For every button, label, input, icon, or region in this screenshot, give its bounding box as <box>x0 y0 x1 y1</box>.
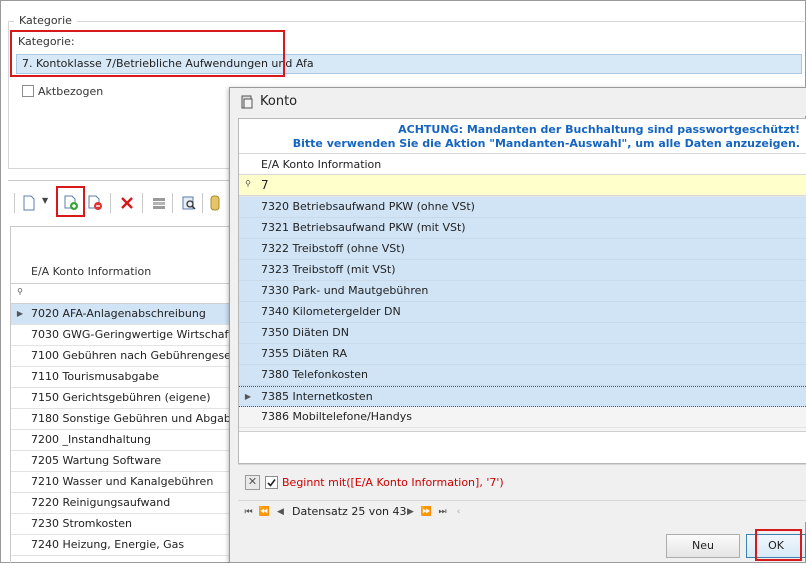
previous-page-icon[interactable]: ⏪ <box>258 505 271 519</box>
row-text: 7180 Sonstige Gebühren und Abgaben <box>31 412 241 425</box>
kategorie-highlight <box>10 30 285 77</box>
chevron-down-icon[interactable]: ▼ <box>42 196 48 205</box>
left-grid: E/A Konto Information ⚲ ▶ 7020 AFA-Anlage… <box>10 226 241 563</box>
pin-icon: ⚲ <box>245 179 251 188</box>
dialog-column-header[interactable]: E/A Konto Information <box>239 153 806 174</box>
list-item[interactable]: 7322 Treibstoff (ohne VSt) <box>239 239 806 260</box>
add-record-highlight <box>56 186 85 217</box>
previous-record-icon[interactable]: ◀ <box>274 505 287 519</box>
row-text: 7321 Betriebsaufwand PKW (mit VSt) <box>261 221 466 234</box>
toolbar-separator <box>110 193 111 213</box>
toolbar-separator <box>142 193 143 213</box>
scroll-icon <box>239 94 255 113</box>
filter-expression-text[interactable]: Beginnt mit([E/A Konto Information], '7'… <box>282 476 504 489</box>
list-item[interactable]: 7340 Kilometergelder DN <box>239 302 806 323</box>
table-row[interactable]: 7220 Reinigungsaufwand <box>11 493 241 514</box>
list-item[interactable]: 7355 Diäten RA <box>239 344 806 365</box>
left-grid-column-header[interactable]: E/A Konto Information <box>11 259 241 284</box>
row-text: 7205 Wartung Software <box>31 454 162 467</box>
left-grid-filter-row[interactable]: ⚲ <box>11 284 241 304</box>
table-row[interactable]: 7030 GWG-Geringwertige Wirtschaftsgüt <box>11 325 241 346</box>
toolbar-separator <box>202 193 203 213</box>
delete-icon[interactable] <box>118 194 136 212</box>
row-text: 7110 Tourismusabgabe <box>31 370 159 383</box>
clear-filter-icon[interactable]: ✕ <box>245 475 260 490</box>
row-text: 7150 Gerichtsgebühren (eigene) <box>31 391 211 404</box>
dialog-title: Konto <box>260 94 298 109</box>
list-item[interactable]: 7320 Betriebsaufwand PKW (ohne VSt) <box>239 197 806 218</box>
dialog-filter-row[interactable]: ⚲ 7 <box>239 174 806 196</box>
current-row-icon: ▶ <box>244 392 252 401</box>
filter-input[interactable]: 7 <box>261 178 269 192</box>
pin-icon: ⚲ <box>17 287 23 296</box>
row-text: 7240 Heizung, Energie, Gas <box>31 538 185 551</box>
row-text: 7200 _Instandhaltung <box>31 433 151 446</box>
toolbar-separator <box>172 193 173 213</box>
toolbar-grip <box>14 193 15 213</box>
list-item[interactable]: 7330 Park- und Mautgebühren <box>239 281 806 302</box>
next-record-icon[interactable]: ▶ <box>404 505 417 519</box>
list-item-focused[interactable]: ▶ 7385 Internetkosten <box>239 386 806 407</box>
table-row[interactable]: 7240 Heizung, Energie, Gas <box>11 535 241 556</box>
list-item-partial <box>239 428 806 432</box>
search-records-icon[interactable] <box>180 194 198 212</box>
row-text: 7386 Mobiltelefone/Handys <box>261 410 412 423</box>
list-item[interactable]: 7323 Treibstoff (mit VSt) <box>239 260 806 281</box>
record-position-text: Datensatz 25 von 43 <box>292 505 407 518</box>
row-text: 7380 Telefonkosten <box>261 368 368 381</box>
table-row[interactable]: 7110 Tourismusabgabe <box>11 367 241 388</box>
table-row[interactable]: 7150 Gerichtsgebühren (eigene) <box>11 388 241 409</box>
konto-dialog: Konto ACHTUNG: Mandanten der Buchhaltung… <box>229 87 806 563</box>
list-item[interactable]: 7350 Diäten DN <box>239 323 806 344</box>
table-row[interactable]: 7230 Stromkosten <box>11 514 241 535</box>
list-item[interactable]: 7321 Betriebsaufwand PKW (mit VSt) <box>239 218 806 239</box>
chevron-left-icon[interactable]: ‹ <box>452 505 465 519</box>
warning-line-1: ACHTUNG: Mandanten der Buchhaltung sind … <box>398 123 800 136</box>
row-text: 7210 Wasser und Kanalgebühren <box>31 475 214 488</box>
aktbezogen-checkbox[interactable] <box>22 85 34 97</box>
neu-button[interactable]: Neu <box>666 534 740 558</box>
row-text: 7100 Gebühren nach Gebührengesetz <box>31 349 241 362</box>
row-text: 7323 Treibstoff (mit VSt) <box>261 263 396 276</box>
left-grid-rows: ▶ 7020 AFA-Anlagenabschreibung 7030 GWG-G… <box>11 304 241 556</box>
stack-icon[interactable] <box>150 194 168 212</box>
current-row-icon: ▶ <box>16 309 24 318</box>
filter-enabled-checkbox[interactable] <box>265 476 278 489</box>
ok-button-highlight <box>755 529 802 561</box>
filter-panel: ✕ Beginnt mit([E/A Konto Information], '… <box>238 464 806 500</box>
row-text: 7322 Treibstoff (ohne VSt) <box>261 242 405 255</box>
record-navigator: ⏮ ⏪ ◀ Datensatz 25 von 43 ▶ ⏩ ⏭ ‹ <box>238 500 806 522</box>
table-row[interactable]: 7200 _Instandhaltung <box>11 430 241 451</box>
first-record-icon[interactable]: ⏮ <box>242 505 255 519</box>
section-divider <box>8 180 238 181</box>
row-text: 7030 GWG-Geringwertige Wirtschaftsgüt <box>31 328 241 341</box>
dialog-grid: ACHTUNG: Mandanten der Buchhaltung sind … <box>238 118 806 464</box>
warning-line-2: Bitte verwenden Sie die Aktion "Mandante… <box>292 137 800 150</box>
row-text: 7385 Internetkosten <box>261 390 373 403</box>
next-page-icon[interactable]: ⏩ <box>420 505 433 519</box>
table-row[interactable]: 7205 Wartung Software <box>11 451 241 472</box>
row-text: 7220 Reinigungsaufwand <box>31 496 171 509</box>
new-document-icon[interactable] <box>20 194 38 212</box>
row-text: 7230 Stromkosten <box>31 517 133 530</box>
row-text: 7320 Betriebsaufwand PKW (ohne VSt) <box>261 200 475 213</box>
dialog-titlebar[interactable]: Konto <box>230 88 806 116</box>
table-row[interactable]: ▶ 7020 AFA-Anlagenabschreibung <box>11 304 241 325</box>
row-text: 7020 AFA-Anlagenabschreibung <box>31 307 206 320</box>
row-text: 7340 Kilometergelder DN <box>261 305 401 318</box>
kategorie-group-title: Kategorie <box>14 14 77 27</box>
row-text: 7355 Diäten RA <box>261 347 348 360</box>
table-row[interactable]: 7210 Wasser und Kanalgebühren <box>11 472 241 493</box>
row-text: 7350 Diäten DN <box>261 326 350 339</box>
table-row[interactable]: 7100 Gebühren nach Gebührengesetz <box>11 346 241 367</box>
list-item[interactable]: 7380 Telefonkosten <box>239 365 806 386</box>
remove-record-icon[interactable] <box>86 194 104 212</box>
table-row[interactable]: 7180 Sonstige Gebühren und Abgaben <box>11 409 241 430</box>
last-record-icon[interactable]: ⏭ <box>436 505 449 519</box>
aktbezogen-label: Aktbezogen <box>38 85 104 98</box>
list-item[interactable]: 7386 Mobiltelefone/Handys <box>239 407 806 428</box>
row-text: 7330 Park- und Mautgebühren <box>261 284 429 297</box>
clip-icon[interactable] <box>208 194 226 212</box>
